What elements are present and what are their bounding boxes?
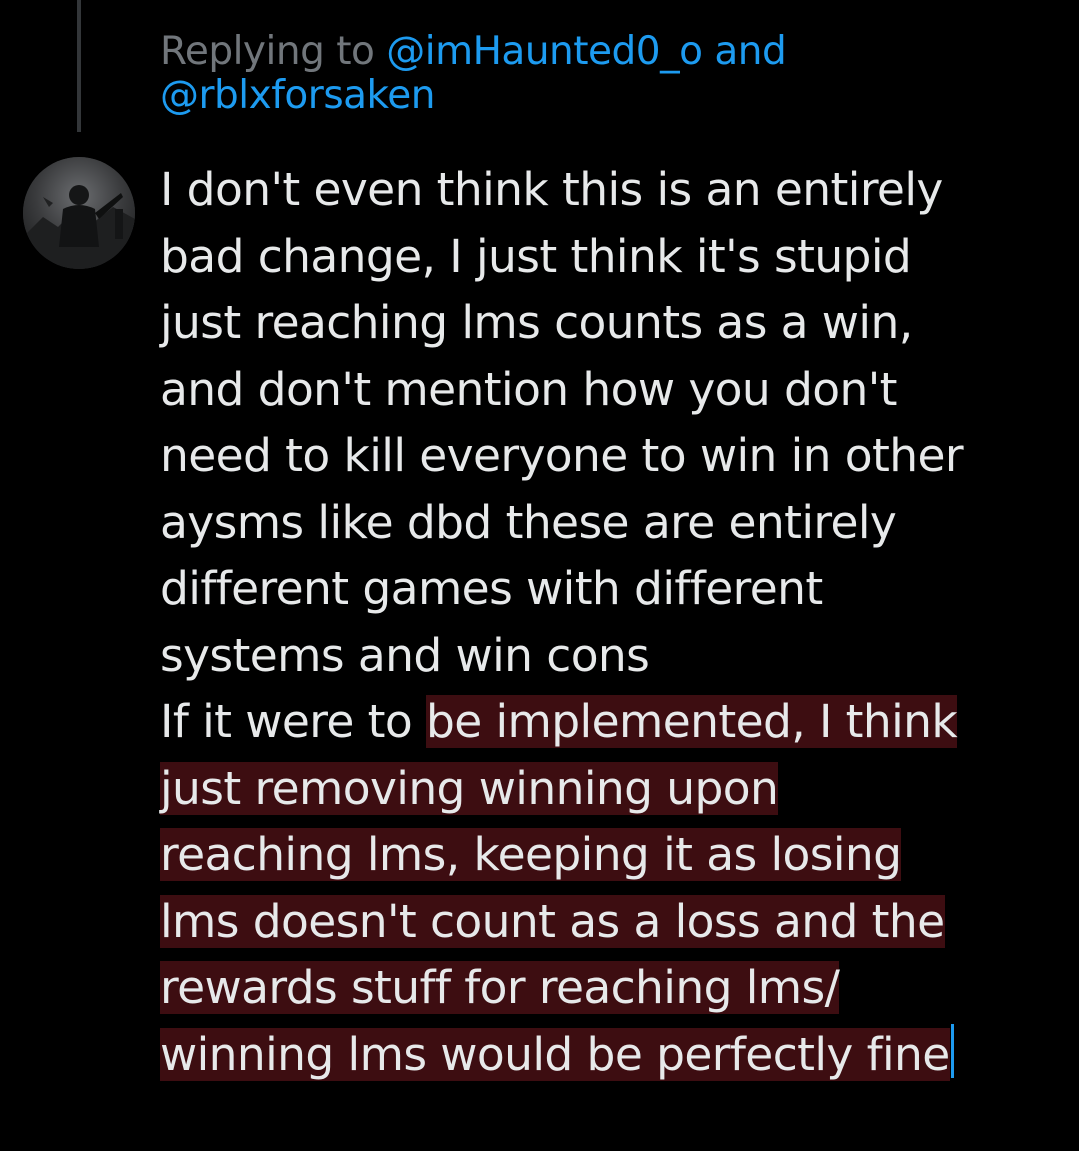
thread-connector-line: [77, 0, 81, 132]
mention-link-rblxforsaken[interactable]: @rblxforsaken: [160, 73, 435, 118]
avatar-image: [23, 157, 135, 269]
replying-to-label: Replying to: [160, 29, 375, 74]
tweet-body-text: I don't even think this is an entirely b…: [160, 157, 1065, 1088]
replying-to-header: Replying to @imHaunted0_o and @rblxforsak…: [160, 30, 1060, 118]
mention-link-imhaunted[interactable]: @imHaunted0_o: [386, 29, 703, 74]
mention-joiner: and: [714, 29, 787, 74]
text-selection-caret[interactable]: [950, 1023, 954, 1078]
tweet-text-selection[interactable]: be implemented, I think just removing wi…: [160, 695, 958, 1081]
tweet-text-unselected: I don't even think this is an entirely b…: [160, 163, 964, 748]
user-avatar-icon[interactable]: [23, 157, 135, 269]
